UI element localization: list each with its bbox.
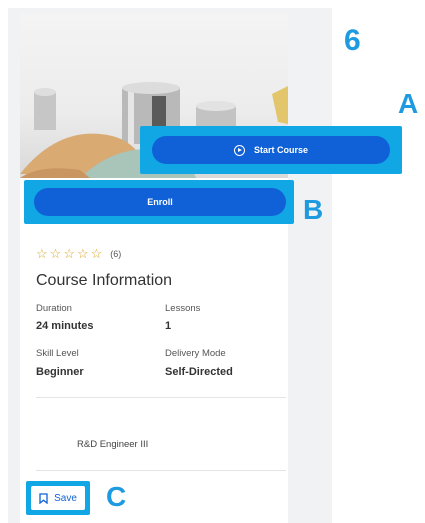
save-button[interactable]: Save: [31, 486, 85, 510]
skill-level-value: Beginner: [36, 366, 84, 378]
star-icon: ☆: [90, 246, 103, 261]
divider: [36, 397, 286, 398]
course-rating: ☆ ☆ ☆ ☆ ☆ (6): [36, 247, 121, 260]
enroll-button[interactable]: Enroll: [34, 188, 286, 216]
job-role-tag: R&D Engineer III: [77, 439, 149, 450]
divider: [36, 470, 286, 471]
duration-value: 24 minutes: [36, 320, 94, 332]
step-number: 6: [344, 24, 361, 57]
callout-marker-b: B: [303, 194, 324, 225]
start-course-label: Start Course: [253, 145, 308, 155]
lessons-value: 1: [165, 320, 172, 332]
delivery-mode-label: Delivery Mode: [165, 348, 226, 359]
star-icon: ☆: [63, 246, 75, 261]
course-information-title: Course Information: [36, 272, 173, 289]
enroll-label: Enroll: [147, 197, 173, 207]
callout-marker-a: A: [398, 88, 419, 119]
star-icon: ☆: [76, 246, 89, 261]
delivery-mode-value: Self-Directed: [165, 366, 233, 378]
skill-level-label: Skill Level: [36, 348, 79, 359]
play-circle-icon: [233, 144, 245, 156]
callout-marker-c: C: [106, 481, 127, 512]
bookmark-icon: [39, 492, 48, 504]
screenshot-canvas: 6 A Start Course B Enroll ☆ ☆ ☆ ☆ ☆ (6) …: [0, 0, 425, 523]
lessons-label: Lessons: [165, 303, 201, 314]
save-label: Save: [54, 492, 77, 504]
duration-label: Duration: [36, 303, 72, 314]
rating-count: (6): [110, 248, 122, 259]
star-icon: ☆: [49, 246, 62, 261]
star-icon: ☆: [36, 246, 48, 261]
start-course-button[interactable]: Start Course: [152, 136, 390, 164]
